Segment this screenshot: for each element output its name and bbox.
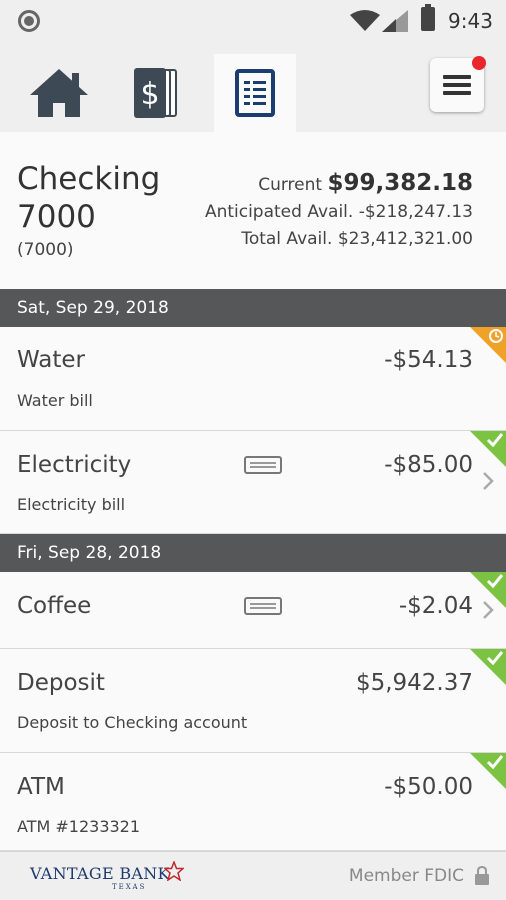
star-icon [164,861,184,881]
bank-logo: VANTAGE BANK TEXAS [30,861,184,891]
transaction-row-coffee[interactable]: Coffee -$2.04 [0,572,506,649]
transaction-row-deposit[interactable]: Deposit Deposit to Checking account $5,9… [0,649,506,753]
tab-home[interactable] [18,54,100,132]
transaction-row-atm[interactable]: ATM ATM #1233321 -$50.00 [0,753,506,851]
brand-name: VANTAGE BANK [30,864,170,883]
date-header: Sat, Sep 29, 2018 [0,289,506,327]
transaction-amount: -$50.00 [384,774,473,800]
document-list-icon [235,69,275,117]
total-balance-label: Total Avail. [241,229,333,249]
transaction-amount: -$54.13 [384,347,473,373]
menu-button[interactable] [430,56,486,112]
transaction-name: Deposit [17,670,105,696]
transaction-amount: -$2.04 [398,593,473,619]
top-navigation: $ [0,42,506,132]
dollar-cards-icon: $ [134,68,177,118]
transaction-amount: $5,942.37 [355,670,473,696]
notification-dot-icon [18,10,40,32]
current-balance-label: Current [258,175,323,195]
tab-transactions[interactable] [214,54,296,132]
clock-icon [489,329,503,343]
wifi-icon [350,10,380,31]
transaction-row-electricity[interactable]: Electricity Electricity bill -$85.00 [0,431,506,534]
hamburger-menu-icon [443,75,471,95]
transaction-description: Electricity bill [17,495,126,514]
checkmark-icon [486,433,504,448]
transaction-name: ATM [17,774,65,800]
battery-icon [421,4,435,31]
total-balance-row: Total Avail. $23,412,321.00 [205,226,473,253]
member-fdic-text: Member FDIC [348,866,464,886]
notification-badge [472,56,486,70]
transaction-name: Coffee [17,593,92,619]
checkmark-icon [486,755,504,770]
account-number: (7000) [17,240,74,260]
anticipated-balance-row: Anticipated Avail. -$218,247.13 [205,199,473,226]
transaction-description: Water bill [17,391,93,410]
balances: Current $99,382.18 Anticipated Avail. -$… [205,170,473,253]
svg-text:$: $ [140,77,159,112]
transaction-amount: -$85.00 [384,452,473,478]
current-balance-value: $99,382.18 [327,170,473,196]
home-icon [30,69,88,117]
chevron-right-icon [483,472,494,490]
lock-icon [475,866,489,885]
account-name: Checking 7000 [17,161,161,235]
checkmark-icon [486,574,504,589]
tab-accounts[interactable]: $ [116,54,198,132]
transaction-name: Water [17,347,85,373]
current-balance-row: Current $99,382.18 [205,170,473,199]
transaction-description: ATM #1233321 [17,817,141,836]
footer: VANTAGE BANK TEXAS Member FDIC [0,851,506,900]
date-header: Fri, Sep 28, 2018 [0,534,506,572]
checkmark-icon [486,651,504,666]
receipt-icon[interactable] [244,456,282,474]
transaction-description: Deposit to Checking account [17,713,248,732]
anticipated-balance-label: Anticipated Avail. [204,202,354,222]
signal-icon [382,10,408,32]
transaction-name: Electricity [17,452,132,478]
receipt-icon[interactable] [244,597,282,615]
status-bar: 9:43 [0,0,506,42]
status-time: 9:43 [448,9,493,33]
brand-subtitle: TEXAS [112,883,147,891]
transaction-row-water[interactable]: Water Water bill -$54.13 [0,327,506,431]
anticipated-balance-value: -$218,247.13 [358,202,473,222]
total-balance-value: $23,412,321.00 [337,229,473,249]
account-summary: Checking 7000 (7000) Current $99,382.18 … [0,132,506,289]
